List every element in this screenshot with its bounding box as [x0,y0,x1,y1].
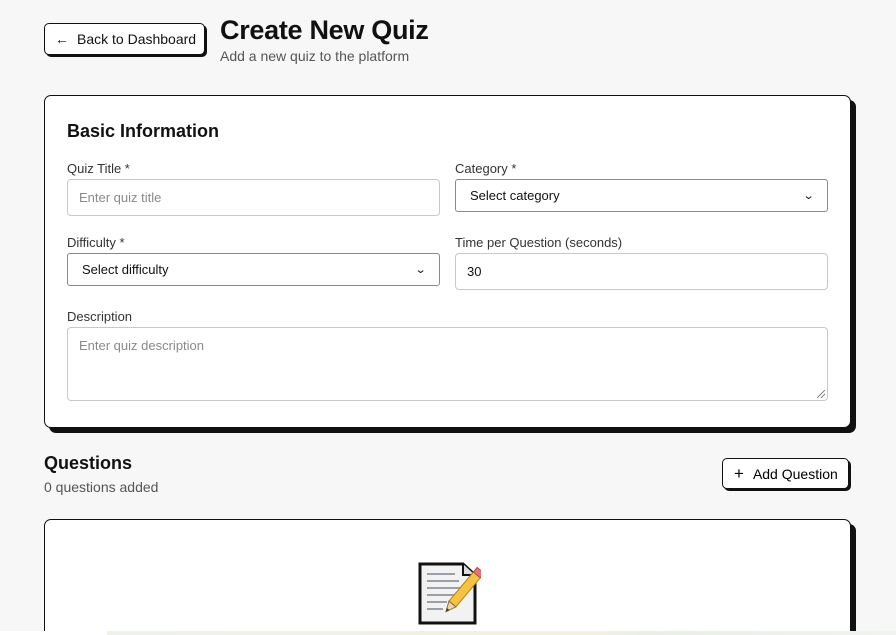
description-textarea[interactable]: Enter quiz description [67,327,828,401]
time-per-question-label: Time per Question (seconds) [455,235,623,250]
basic-information-card: Basic Information Quiz Title * Enter qui… [44,95,851,428]
questions-title: Questions [44,453,133,473]
questions-count: 0 questions added [44,479,159,495]
add-question-button[interactable]: + Add Question [722,458,849,489]
plus-icon: + [734,464,744,483]
back-button-label: Back to Dashboard [77,31,197,47]
description-label: Description [67,309,133,324]
page-title: Create New Quiz [220,15,429,45]
category-label: Category * [455,161,517,176]
chevron-down-icon: ⌄ [414,264,427,276]
description-placeholder: Enter quiz description [79,338,205,353]
chevron-down-icon: ⌄ [802,190,815,202]
category-selected-value: Select category [470,188,560,203]
resize-handle-icon[interactable] [817,390,825,398]
quiz-title-input[interactable]: Enter quiz title [67,179,440,216]
category-field: Category * Select category ⌄ [455,161,828,212]
description-field: Description Enter quiz description [67,309,828,401]
bottom-edge [0,631,896,635]
difficulty-label: Difficulty * [67,235,125,250]
memo-icon [418,562,481,625]
back-to-dashboard-button[interactable]: ← Back to Dashboard [44,23,205,55]
difficulty-selected-value: Select difficulty [82,262,169,277]
difficulty-field: Difficulty * Select difficulty ⌄ [67,235,440,286]
category-select[interactable]: Select category ⌄ [455,179,828,212]
page-subtitle: Add a new quiz to the platform [220,48,410,64]
arrow-left-icon: ← [55,31,69,47]
quiz-title-label: Quiz Title * [67,161,130,176]
difficulty-select[interactable]: Select difficulty ⌄ [67,253,440,286]
time-per-question-field: Time per Question (seconds) 30 [455,235,828,290]
quiz-title-field: Quiz Title * Enter quiz title [67,161,440,216]
page-header: Create New Quiz Add a new quiz to the pl… [220,14,429,64]
basic-information-title: Basic Information [67,121,220,141]
time-per-question-input[interactable]: 30 [455,253,828,290]
questions-empty-card [44,519,851,635]
add-question-label: Add Question [752,465,838,482]
